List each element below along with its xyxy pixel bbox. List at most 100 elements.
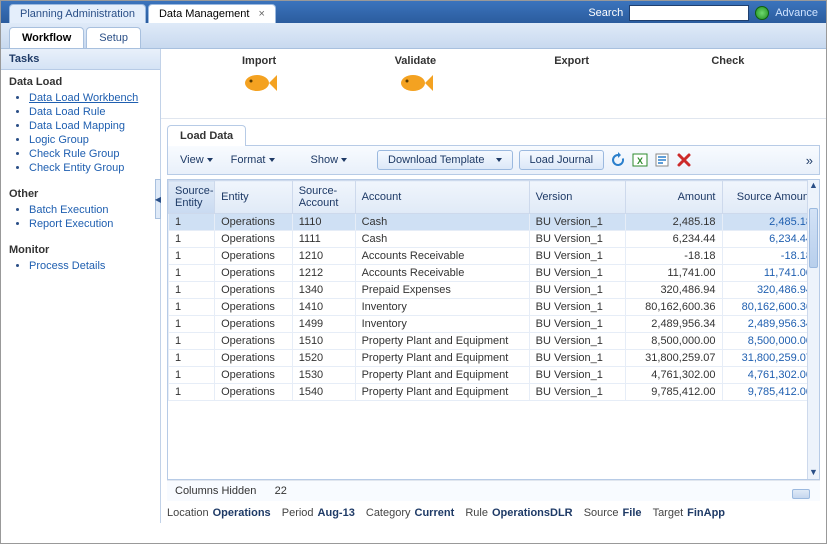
cell-entity: Operations <box>215 282 293 299</box>
cell-source-account: 1210 <box>292 248 355 265</box>
sidebar-item-batch-execution[interactable]: Batch Execution <box>29 204 109 216</box>
cell-amount: 320,486.94 <box>626 282 722 299</box>
cell-source-account: 1340 <box>292 282 355 299</box>
scroll-down-icon[interactable]: ▼ <box>808 467 819 479</box>
cell-entity: Operations <box>215 367 293 384</box>
sidebar-item-process-details[interactable]: Process Details <box>29 260 105 272</box>
show-menu[interactable]: Show <box>305 152 354 168</box>
col-account[interactable]: Account <box>355 181 529 214</box>
cell-source-entity: 1 <box>169 333 215 350</box>
cell-source-entity: 1 <box>169 265 215 282</box>
stage-export[interactable]: Export <box>512 55 632 114</box>
stage-import[interactable]: Import <box>199 55 319 114</box>
sidebar-item-logic-group[interactable]: Logic Group <box>29 134 89 146</box>
cell-entity: Operations <box>215 350 293 367</box>
cell-source-entity: 1 <box>169 299 215 316</box>
view-menu[interactable]: View <box>174 152 219 168</box>
col-source-amount[interactable]: Source Amount <box>722 181 819 214</box>
sidebar-item-report-execution[interactable]: Report Execution <box>29 218 113 230</box>
cell-account: Accounts Receivable <box>355 248 529 265</box>
col-version[interactable]: Version <box>529 181 625 214</box>
sidebar-collapse-handle[interactable] <box>155 179 161 219</box>
col-entity[interactable]: Entity <box>215 181 293 214</box>
cell-amount: 6,234.44 <box>626 231 722 248</box>
cell-source-entity: 1 <box>169 248 215 265</box>
cell-account: Property Plant and Equipment <box>355 333 529 350</box>
cell-source-amount: -18.18 <box>722 248 819 265</box>
cell-account: Inventory <box>355 299 529 316</box>
fish-icon <box>397 71 433 95</box>
col-source-entity[interactable]: Source-Entity <box>169 181 215 214</box>
cell-source-amount: 320,486.94 <box>722 282 819 299</box>
excel-export-icon[interactable]: X <box>632 152 648 168</box>
table-row[interactable]: 1Operations1340Prepaid ExpensesBU Versio… <box>169 282 819 299</box>
top-tab-planning[interactable]: Planning Administration <box>9 4 146 23</box>
scroll-thumb[interactable] <box>809 208 818 268</box>
cell-version: BU Version_1 <box>529 299 625 316</box>
vertical-scrollbar[interactable]: ▲ ▼ <box>807 180 819 479</box>
query-icon[interactable] <box>654 152 670 168</box>
toolbar-overflow-icon[interactable]: » <box>806 153 813 168</box>
table-row[interactable]: 1Operations1212Accounts ReceivableBU Ver… <box>169 265 819 282</box>
cell-account: Property Plant and Equipment <box>355 384 529 401</box>
cell-version: BU Version_1 <box>529 231 625 248</box>
tab-setup[interactable]: Setup <box>86 27 141 48</box>
cell-version: BU Version_1 <box>529 248 625 265</box>
cell-amount: 8,500,000.00 <box>626 333 722 350</box>
stage-validate[interactable]: Validate <box>355 55 475 114</box>
sidebar-item-check-rule-group[interactable]: Check Rule Group <box>29 148 120 160</box>
col-amount[interactable]: Amount <box>626 181 722 214</box>
tab-workflow[interactable]: Workflow <box>9 27 84 48</box>
search-input[interactable] <box>629 5 749 21</box>
table-row[interactable]: 1Operations1210Accounts ReceivableBU Ver… <box>169 248 819 265</box>
cell-entity: Operations <box>215 299 293 316</box>
chevron-down-icon <box>207 158 213 162</box>
refresh-icon[interactable] <box>610 152 626 168</box>
sidebar-item-data-load-rule[interactable]: Data Load Rule <box>29 106 105 118</box>
table-row[interactable]: 1Operations1111CashBU Version_16,234.446… <box>169 231 819 248</box>
cell-amount: 31,800,259.07 <box>626 350 722 367</box>
table-row[interactable]: 1Operations1520Property Plant and Equipm… <box>169 350 819 367</box>
sidebar-item-check-entity-group[interactable]: Check Entity Group <box>29 162 124 174</box>
table-row[interactable]: 1Operations1499InventoryBU Version_12,48… <box>169 316 819 333</box>
sidebar-item-data-load-workbench[interactable]: Data Load Workbench <box>29 92 138 104</box>
cell-source-amount: 6,234.44 <box>722 231 819 248</box>
col-source-account[interactable]: Source-Account <box>292 181 355 214</box>
cell-version: BU Version_1 <box>529 333 625 350</box>
process-stages: Import Validate Export Check <box>161 49 826 119</box>
table-row[interactable]: 1Operations1410InventoryBU Version_180,1… <box>169 299 819 316</box>
svg-text:X: X <box>637 156 643 166</box>
cell-amount: -18.18 <box>626 248 722 265</box>
cell-source-account: 1499 <box>292 316 355 333</box>
cell-account: Accounts Receivable <box>355 265 529 282</box>
cell-account: Prepaid Expenses <box>355 282 529 299</box>
overflow-indicator-icon[interactable] <box>792 489 810 499</box>
format-menu[interactable]: Format <box>225 152 281 168</box>
table-row[interactable]: 1Operations1540Property Plant and Equipm… <box>169 384 819 401</box>
grid-header-row: Source-Entity Entity Source-Account Acco… <box>169 181 819 214</box>
table-row[interactable]: 1Operations1530Property Plant and Equipm… <box>169 367 819 384</box>
cell-source-account: 1540 <box>292 384 355 401</box>
download-template-button[interactable]: Download Template <box>377 150 512 170</box>
delete-icon[interactable] <box>676 152 692 168</box>
data-grid-container: Source-Entity Entity Source-Account Acco… <box>167 179 820 480</box>
tab-load-data[interactable]: Load Data <box>167 125 246 146</box>
stage-check[interactable]: Check <box>668 55 788 114</box>
go-icon[interactable] <box>755 6 769 20</box>
sidebar-item-data-load-mapping[interactable]: Data Load Mapping <box>29 120 125 132</box>
advanced-search-link[interactable]: Advance <box>775 7 818 19</box>
top-tab-data-management[interactable]: Data Management × <box>148 4 276 23</box>
close-icon[interactable]: × <box>259 8 265 20</box>
cell-version: BU Version_1 <box>529 214 625 231</box>
table-row[interactable]: 1Operations1510Property Plant and Equipm… <box>169 333 819 350</box>
cell-account: Property Plant and Equipment <box>355 350 529 367</box>
cell-amount: 2,489,956.34 <box>626 316 722 333</box>
cell-amount: 2,485.18 <box>626 214 722 231</box>
cell-amount: 11,741.00 <box>626 265 722 282</box>
cell-entity: Operations <box>215 316 293 333</box>
scroll-up-icon[interactable]: ▲ <box>808 180 819 192</box>
cell-amount: 9,785,412.00 <box>626 384 722 401</box>
table-row[interactable]: 1Operations1110CashBU Version_12,485.182… <box>169 214 819 231</box>
load-journal-button[interactable]: Load Journal <box>519 150 605 170</box>
cell-source-entity: 1 <box>169 231 215 248</box>
